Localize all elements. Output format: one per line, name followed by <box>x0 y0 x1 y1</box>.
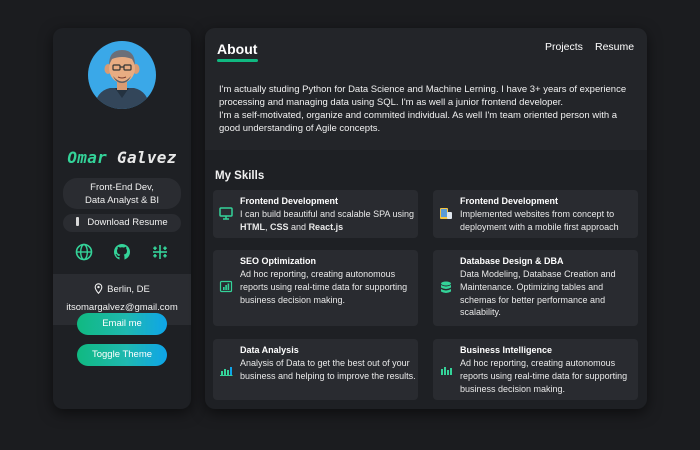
avatar <box>88 41 156 109</box>
first-name: Omar <box>67 148 108 167</box>
monitor-icon <box>219 207 233 220</box>
document-icon <box>76 217 80 226</box>
tab-projects[interactable]: Projects <box>545 41 583 53</box>
skill-description: Analysis of Data to get the best out of … <box>240 358 416 381</box>
tab-resume[interactable]: Resume <box>595 41 634 53</box>
profile-card: Omar Galvez Front-End Dev, Data Analyst … <box>53 28 191 409</box>
active-tab-underline <box>217 59 258 62</box>
content-panel: About Projects Resume I'm actually studi… <box>205 28 647 409</box>
skill-description: Implemented websites from concept to dep… <box>460 209 619 232</box>
bar-chart-icon <box>441 367 452 375</box>
location-text: Berlin, DE <box>107 284 150 295</box>
profile-name: Omar Galvez <box>53 148 191 167</box>
email-me-button[interactable]: Email me <box>77 313 167 335</box>
globe-icon[interactable] <box>74 242 94 262</box>
github-icon[interactable] <box>112 242 132 262</box>
skill-card: Business Intelligence Ad hoc reporting, … <box>433 339 638 400</box>
social-links <box>53 242 191 264</box>
tab-about[interactable]: About <box>217 41 257 57</box>
download-resume-label: Download Resume <box>87 217 168 228</box>
skill-description: Data Modeling, Database Creation and Mai… <box>460 269 616 318</box>
skill-description: Ad hoc reporting, creating autonomous re… <box>240 269 408 305</box>
devices-icon <box>440 208 452 219</box>
tableau-icon[interactable] <box>150 242 170 262</box>
skill-card: Database Design & DBA Data Modeling, Dat… <box>433 250 638 326</box>
skill-title: SEO Optimization <box>240 256 317 266</box>
database-icon <box>441 281 451 293</box>
about-text: I'm actually studing Python for Data Sci… <box>219 83 639 135</box>
location: Berlin, DE <box>53 274 191 296</box>
skills-heading: My Skills <box>215 170 265 182</box>
skill-title: Frontend Development <box>240 196 339 206</box>
skill-title: Database Design & DBA <box>460 256 564 266</box>
role-line: Data Analyst & BI <box>85 195 159 206</box>
about-section: About Projects Resume I'm actually studi… <box>205 28 647 150</box>
role-line: Front-End Dev, <box>90 182 154 193</box>
skill-card: Frontend Development I can build beautif… <box>213 190 418 238</box>
about-paragraph: I'm actually studing Python for Data Sci… <box>219 84 627 108</box>
skill-description: Ad hoc reporting, creating autonomous re… <box>460 358 628 394</box>
last-name: Galvez <box>117 148 177 167</box>
skill-card: Frontend Development Implemented website… <box>433 190 638 238</box>
skill-card: SEO Optimization Ad hoc reporting, creat… <box>213 250 418 326</box>
skill-title: Business Intelligence <box>460 345 553 355</box>
location-pin-icon <box>94 283 103 295</box>
bar-chart-icon <box>219 280 233 293</box>
line-chart-icon <box>220 367 233 376</box>
skill-card: Data Analysis Analysis of Data to get th… <box>213 339 418 400</box>
about-paragraph: I'm a self-motivated, organize and commi… <box>219 110 618 134</box>
skill-description: I can build beautiful and scalable SPA u… <box>240 209 414 232</box>
role-badge: Front-End Dev, Data Analyst & BI <box>63 178 181 209</box>
skill-title: Data Analysis <box>240 345 299 355</box>
skill-title: Frontend Development <box>460 196 559 206</box>
download-resume-button[interactable]: Download Resume <box>63 214 181 232</box>
toggle-theme-button[interactable]: Toggle Theme <box>77 344 167 366</box>
